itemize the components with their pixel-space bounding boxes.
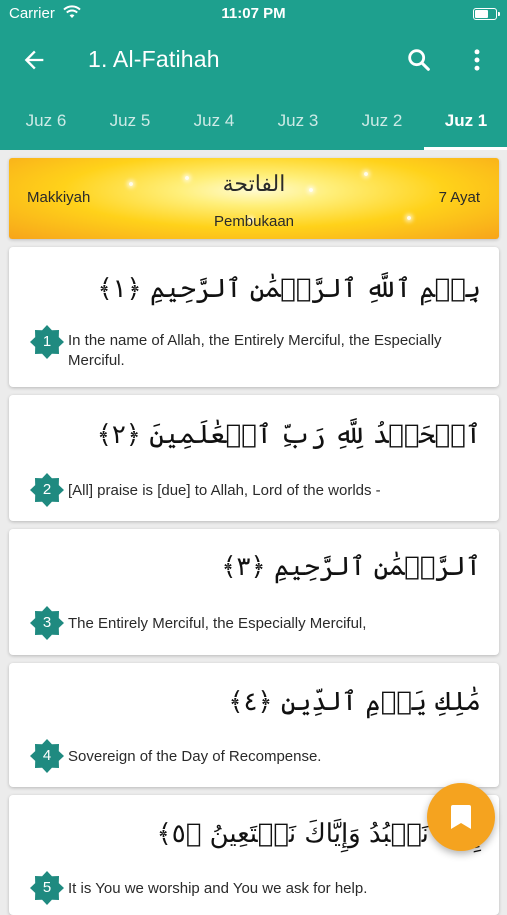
verse-card-3[interactable]: ٱلرَّحۡمَٰنِ ٱلرَّحِيمِ ﴿٣﴾ 3 The Entire… bbox=[9, 529, 499, 655]
clock: 11:07 PM bbox=[221, 5, 286, 22]
juz-tab-bar: Juz 6 Juz 5 Juz 4 Juz 3 Juz 2 Juz 1 bbox=[0, 92, 507, 150]
verse-card-4[interactable]: مَٰلِكِ يَوۡمِ ٱلدِّينِ ﴿٤﴾ 4 Sovereign … bbox=[9, 663, 499, 787]
battery-icon bbox=[473, 8, 500, 20]
verse-number: 3 bbox=[42, 614, 52, 631]
tab-indicator bbox=[424, 147, 507, 150]
tab-juz-4[interactable]: Juz 4 bbox=[172, 92, 256, 150]
surah-header-banner: Makkiyah الفاتحة Pembukaan 7 Ayat bbox=[9, 158, 499, 239]
status-bar: Carrier 11:07 PM bbox=[0, 0, 507, 28]
app-bar: 1. Al-Fatihah bbox=[0, 28, 507, 92]
bookmark-icon bbox=[451, 805, 471, 829]
verse-translation: In the name of Allah, the Entirely Merci… bbox=[68, 332, 442, 369]
verse-translation: Sovereign of the Day of Recompense. bbox=[68, 748, 322, 765]
more-vert-icon[interactable] bbox=[463, 46, 491, 74]
verse-card-5[interactable]: إِيَّاكَ نَعۡبُدُ وَإِيَّاكَ نَسۡتَعِينُ… bbox=[9, 795, 499, 915]
verse-number: 1 bbox=[42, 333, 52, 350]
verse-arabic: مَٰلِكِ يَوۡمِ ٱلدِّينِ ﴿٤﴾ bbox=[228, 687, 481, 717]
verse-number: 2 bbox=[42, 481, 52, 498]
tab-juz-1[interactable]: Juz 1 bbox=[424, 92, 507, 150]
verse-arabic: ٱلۡحَمۡدُ لِلَّهِ رَبِّ ٱلۡعَٰلَمِينَ ﴿٢… bbox=[96, 420, 481, 450]
verse-arabic: ٱلرَّحۡمَٰنِ ٱلرَّحِيمِ ﴿٣﴾ bbox=[221, 552, 481, 582]
verse-card-2[interactable]: ٱلۡحَمۡدُ لِلَّهِ رَبِّ ٱلۡعَٰلَمِينَ ﴿٢… bbox=[9, 395, 499, 521]
tab-juz-3[interactable]: Juz 3 bbox=[256, 92, 340, 150]
tab-juz-6[interactable]: Juz 6 bbox=[4, 92, 88, 150]
search-icon[interactable] bbox=[405, 46, 433, 74]
page-title: 1. Al-Fatihah bbox=[88, 46, 220, 72]
ayat-count: 7 Ayat bbox=[438, 189, 480, 206]
arrow-back-icon[interactable] bbox=[20, 46, 48, 74]
verse-arabic: بِسۡمِ ٱللَّهِ ٱلرَّحۡمَٰنِ ٱلرَّحِيمِ ﴿… bbox=[97, 274, 481, 304]
surah-arabic-name: الفاتحة bbox=[222, 172, 286, 197]
verse-translation: The Entirely Merciful, the Especially Me… bbox=[68, 615, 367, 632]
verse-number: 4 bbox=[42, 747, 52, 764]
tab-juz-5[interactable]: Juz 5 bbox=[88, 92, 172, 150]
verse-translation: It is You we worship and You we ask for … bbox=[68, 880, 368, 897]
verse-card-1[interactable]: بِسۡمِ ٱللَّهِ ٱلرَّحۡمَٰنِ ٱلرَّحِيمِ ﴿… bbox=[9, 247, 499, 387]
verse-number: 5 bbox=[42, 879, 52, 896]
bookmark-button[interactable] bbox=[427, 783, 495, 851]
verse-translation: [All] praise is [due] to Allah, Lord of … bbox=[68, 482, 381, 499]
tab-juz-2[interactable]: Juz 2 bbox=[340, 92, 424, 150]
surah-meaning: Pembukaan bbox=[213, 213, 295, 230]
